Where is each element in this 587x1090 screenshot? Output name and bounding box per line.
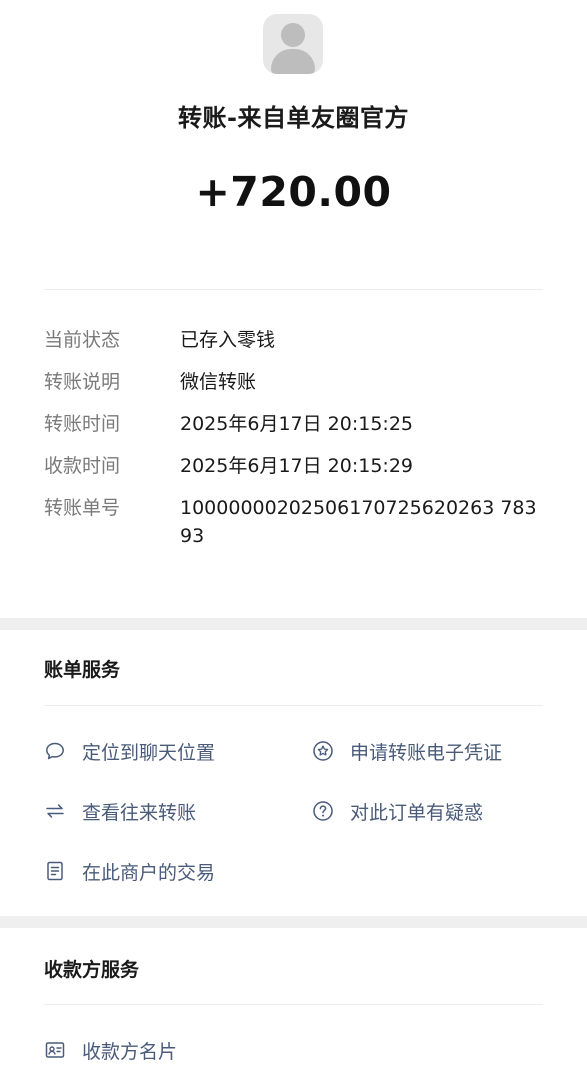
service-label: 收款方名片 [82, 1040, 178, 1063]
detail-value: 2025年6月17日 20:15:29 [180, 455, 413, 477]
detail-label: 收款时间 [44, 455, 121, 477]
section-separator [0, 618, 587, 630]
detail-value: 已存入零钱 [180, 329, 276, 351]
transfer-detail-page: 转账-来自单友圈官方 +720.00 当前状态 已存入零钱 转账说明 微信转账 … [0, 0, 587, 1090]
bill-services-title: 账单服务 [44, 659, 121, 681]
order-question-button[interactable]: 对此订单有疑惑 [312, 796, 483, 826]
payee-services-title: 收款方服务 [44, 959, 140, 981]
transfer-amount: +720.00 [195, 168, 392, 216]
document-icon [44, 860, 66, 882]
merchant-transactions-button[interactable]: 在此商户的交易 [44, 856, 215, 886]
service-label: 在此商户的交易 [82, 861, 216, 884]
detail-row-status: 当前状态 已存入零钱 [44, 326, 544, 354]
service-label: 申请转账电子凭证 [350, 741, 503, 764]
service-label: 查看往来转账 [82, 801, 197, 824]
detail-row-receive-time: 收款时间 2025年6月17日 20:15:29 [44, 452, 544, 480]
detail-list: 当前状态 已存入零钱 转账说明 微信转账 转账时间 2025年6月17日 20:… [44, 326, 544, 564]
detail-label: 转账说明 [44, 371, 121, 393]
service-label: 定位到聊天位置 [82, 741, 216, 764]
certificate-star-icon [312, 740, 334, 762]
divider [44, 289, 543, 290]
view-transfers-button[interactable]: 查看往来转账 [44, 796, 196, 826]
detail-value: 2025年6月17日 20:15:25 [180, 413, 413, 435]
detail-label: 转账时间 [44, 413, 121, 435]
detail-value[interactable]: 10000000202506170725620263 78393 [180, 494, 540, 550]
payee-card-button[interactable]: 收款方名片 [44, 1035, 177, 1065]
detail-row-note: 转账说明 微信转账 [44, 368, 544, 396]
detail-row-order-number: 转账单号 10000000202506170725620263 78393 [44, 494, 544, 550]
detail-label: 转账单号 [44, 497, 121, 519]
detail-value: 微信转账 [180, 371, 257, 393]
apply-certificate-button[interactable]: 申请转账电子凭证 [312, 736, 502, 766]
business-card-icon [44, 1039, 66, 1061]
detail-row-transfer-time: 转账时间 2025年6月17日 20:15:25 [44, 410, 544, 438]
divider [44, 1004, 543, 1005]
page-title: 转账-来自单友圈官方 [178, 104, 409, 132]
service-label: 对此订单有疑惑 [350, 801, 484, 824]
avatar[interactable] [263, 14, 323, 74]
transfer-arrows-icon [44, 800, 66, 822]
detail-label: 当前状态 [44, 329, 121, 351]
chat-bubble-icon [44, 740, 66, 762]
section-separator [0, 916, 587, 928]
locate-chat-button[interactable]: 定位到聊天位置 [44, 736, 215, 766]
default-avatar-icon [263, 14, 323, 74]
question-circle-icon [312, 800, 334, 822]
divider [44, 705, 543, 706]
